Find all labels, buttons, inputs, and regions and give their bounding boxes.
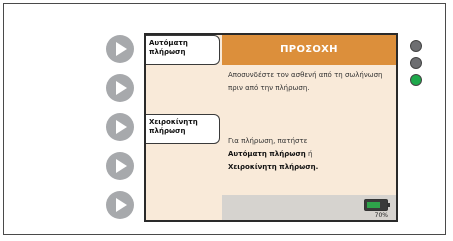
auto-fill-softkey-label[interactable]: Αυτόματη πλήρωση <box>146 35 220 65</box>
instruction-or-text: ή <box>307 150 313 158</box>
warning-header: ΠΡΟΣΟΧΗ <box>222 35 396 65</box>
device-screen: ΠΡΟΣΟΧΗ Αυτόματη πλήρωση Χειροκίνητη πλή… <box>144 33 398 222</box>
battery-icon <box>364 199 390 211</box>
battery-percent: 70% <box>374 212 388 219</box>
battery-terminal <box>388 203 390 207</box>
status-led-3 <box>410 74 422 86</box>
instruction-manual-text: Χειροκίνητη πλήρωση. <box>228 163 319 171</box>
play-icon <box>116 81 127 95</box>
softkey-1-button[interactable] <box>106 35 134 63</box>
warning-message: Αποσυνδέστε τον ασθενή από τη σωλήνωση π… <box>228 71 383 92</box>
play-icon <box>116 198 127 212</box>
manual-fill-softkey-label[interactable]: Χειροκίνητη πλήρωση <box>146 114 220 144</box>
softkey-2-button[interactable] <box>106 74 134 102</box>
play-icon <box>116 120 127 134</box>
play-icon <box>116 42 127 56</box>
softkey-3-button[interactable] <box>106 113 134 141</box>
softkey-4-button[interactable] <box>106 152 134 180</box>
instruction-message: Για πλήρωση, πατήστε Αυτόματη πλήρωση ή … <box>228 135 388 174</box>
instruction-auto-text: Αυτόματη πλήρωση <box>228 150 306 158</box>
instruction-prefix: Για πλήρωση, πατήστε <box>228 137 308 145</box>
softkey-5-button[interactable] <box>106 191 134 219</box>
status-bar: 70% <box>222 195 396 220</box>
status-led-1 <box>410 40 422 52</box>
battery-level-fill <box>367 202 380 208</box>
play-icon <box>116 159 127 173</box>
status-led-2 <box>410 57 422 69</box>
